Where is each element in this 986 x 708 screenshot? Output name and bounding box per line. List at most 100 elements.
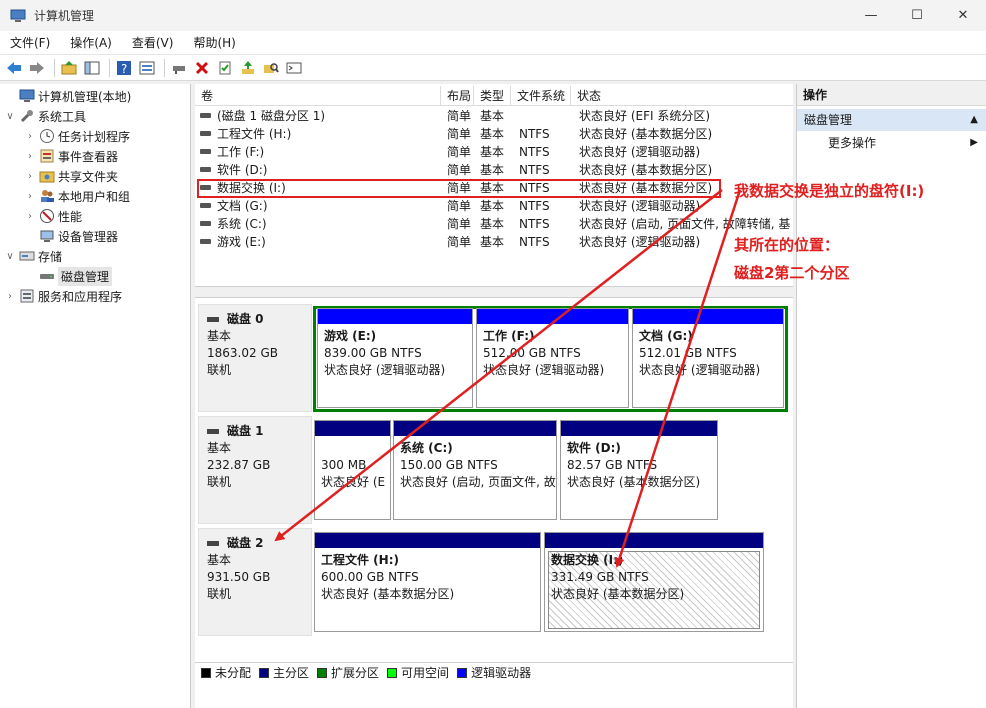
volume-name-cell: (磁盘 1 磁盘分区 1) <box>217 109 326 123</box>
tree-item-shared-folders[interactable]: › 共享文件夹 <box>24 166 118 186</box>
partition-size: 150.00 GB NTFS <box>400 458 498 472</box>
partition-size: 512.00 GB NTFS <box>483 346 581 360</box>
partition-status: 状态良好 (逻辑驱动器) <box>483 363 605 377</box>
search-folder-icon[interactable] <box>261 58 281 78</box>
partition-efi[interactable]: 300 MB 状态良好 (E <box>314 420 391 520</box>
filesystem-cell: NTFS <box>519 217 550 231</box>
tree-item-task-scheduler[interactable]: › 任务计划程序 <box>24 126 130 146</box>
layout-cell: 简单 <box>447 127 472 141</box>
partition-name: 软件 (D:) <box>567 441 621 455</box>
disk-map: 磁盘 0 基本 1863.02 GB 联机 游戏 (E:) 839.00 GB N… <box>195 298 793 664</box>
expand-chevron-icon[interactable]: › <box>24 191 36 202</box>
tree-item-local-users-groups[interactable]: › 本地用户和组 <box>24 186 130 206</box>
expand-chevron-icon[interactable]: › <box>24 211 36 222</box>
delete-icon[interactable] <box>192 58 212 78</box>
partition-i[interactable]: 数据交换 (I:) 331.49 GB NTFS 状态良好 (基本数据分区) <box>544 532 764 632</box>
layout-cell: 简单 <box>447 235 472 249</box>
actions-section-label: 磁盘管理 <box>804 113 853 127</box>
legend-extended: 扩展分区 <box>317 664 379 681</box>
partition-c[interactable]: 系统 (C:) 150.00 GB NTFS 状态良好 (启动, 页面文件, 故 <box>393 420 557 520</box>
tree-item-label: 设备管理器 <box>58 229 119 244</box>
column-header-status[interactable]: 状态 <box>571 86 793 106</box>
partition-h[interactable]: 工程文件 (H:) 600.00 GB NTFS 状态良好 (基本数据分区) <box>314 532 541 632</box>
menu-file[interactable]: 文件(F) <box>0 31 60 55</box>
partition-size: 300 MB <box>321 458 367 472</box>
minimize-button[interactable]: — <box>848 0 894 31</box>
partition-g[interactable]: 文档 (G:) 512.01 GB NTFS 状态良好 (逻辑驱动器) <box>632 308 784 408</box>
volume-row[interactable]: 软件 (D:) 简单 基本 NTFS 状态良好 (基本数据分区) <box>195 161 793 179</box>
horizontal-scrollbar[interactable] <box>195 684 793 708</box>
show-hide-tree-icon[interactable] <box>82 58 102 78</box>
event-viewer-icon <box>39 148 55 164</box>
tree-item-device-manager[interactable]: 设备管理器 <box>24 226 118 246</box>
partition-f[interactable]: 工作 (F:) 512.00 GB NTFS 状态良好 (逻辑驱动器) <box>476 308 629 408</box>
volume-row[interactable]: 系统 (C:) 简单 基本 NTFS 状态良好 (启动, 页面文件, 故障转储, 基 <box>195 215 793 233</box>
logical-drive-bar <box>633 309 783 324</box>
menu-view[interactable]: 查看(V) <box>122 31 184 55</box>
layout-cell: 简单 <box>447 199 472 213</box>
console-icon[interactable] <box>284 58 304 78</box>
actions-section-disk-management[interactable]: 磁盘管理 ▲ <box>797 109 986 131</box>
collapse-chevron-icon[interactable]: ∨ <box>4 111 16 122</box>
maximize-button[interactable]: ☐ <box>894 0 940 31</box>
expand-chevron-icon[interactable]: › <box>4 291 16 302</box>
back-arrow-icon[interactable] <box>4 58 24 78</box>
disk-2-label[interactable]: 磁盘 2 基本 931.50 GB 联机 <box>198 528 312 636</box>
close-button[interactable]: ✕ <box>940 0 986 31</box>
volume-row[interactable]: 工程文件 (H:) 简单 基本 NTFS 状态良好 (基本数据分区) <box>195 125 793 143</box>
help-icon[interactable]: ? <box>114 58 134 78</box>
tree-item-performance[interactable]: › 性能 <box>24 206 82 226</box>
column-header-volume[interactable]: 卷 <box>195 86 441 106</box>
tree-item-disk-management[interactable]: 磁盘管理 <box>24 266 113 286</box>
disk-1-label[interactable]: 磁盘 1 基本 232.87 GB 联机 <box>198 416 312 524</box>
more-actions-label: 更多操作 <box>828 136 877 150</box>
menu-help[interactable]: 帮助(H) <box>183 31 245 55</box>
column-header-type[interactable]: 类型 <box>474 86 511 106</box>
volume-row[interactable]: (磁盘 1 磁盘分区 1) 简单 基本 状态良好 (EFI 系统分区) <box>195 107 793 125</box>
tree-item-label: 本地用户和组 <box>58 189 131 204</box>
more-actions-item[interactable]: 更多操作 ▶ <box>797 131 986 155</box>
partition-name: 游戏 (E:) <box>324 329 377 343</box>
tree-item-computer-management[interactable]: 计算机管理(本地) <box>4 86 131 106</box>
collapse-triangle-icon[interactable]: ▲ <box>970 109 978 131</box>
volume-row[interactable]: 文档 (G:) 简单 基本 NTFS 状态良好 (逻辑驱动器) <box>195 197 793 215</box>
filesystem-cell: NTFS <box>519 127 550 141</box>
tree-item-system-tools[interactable]: ∨ 系统工具 <box>4 106 86 126</box>
type-cell: 基本 <box>480 235 505 249</box>
logical-drive-bar <box>318 309 472 324</box>
volume-row[interactable]: 工作 (F:) 简单 基本 NTFS 状态良好 (逻辑驱动器) <box>195 143 793 161</box>
partition-status: 状态良好 (逻辑驱动器) <box>639 363 761 377</box>
tree-item-event-viewer[interactable]: › 事件查看器 <box>24 146 118 166</box>
annotation-line-3: 磁盘2第二个分区 <box>734 264 850 282</box>
checklist-icon[interactable] <box>215 58 235 78</box>
volume-disk-icon <box>200 203 211 208</box>
partition-name: 系统 (C:) <box>400 441 453 455</box>
import-icon[interactable] <box>238 58 258 78</box>
tree-item-services-applications[interactable]: › 服务和应用程序 <box>4 286 122 306</box>
properties-icon[interactable] <box>137 58 157 78</box>
volume-disk-icon <box>200 239 211 244</box>
menu-action[interactable]: 操作(A) <box>60 31 122 55</box>
tree-item-storage[interactable]: ∨ 存储 <box>4 246 62 266</box>
svg-text:?: ? <box>121 62 127 76</box>
connect-disk-icon[interactable] <box>169 58 189 78</box>
filesystem-cell: NTFS <box>519 163 550 177</box>
pane-splitter[interactable] <box>195 286 793 298</box>
users-icon <box>39 188 55 204</box>
up-folder-icon[interactable] <box>59 58 79 78</box>
volume-row[interactable]: 游戏 (E:) 简单 基本 NTFS 状态良好 (逻辑驱动器) <box>195 233 793 251</box>
partition-e[interactable]: 游戏 (E:) 839.00 GB NTFS 状态良好 (逻辑驱动器) <box>317 308 473 408</box>
type-cell: 基本 <box>480 199 505 213</box>
expand-chevron-icon[interactable]: › <box>24 171 36 182</box>
disk-management-pane: 卷 布局 类型 文件系统 状态 (磁盘 1 磁盘分区 1) 简单 基本 状态良好 (E… <box>195 84 793 708</box>
column-header-filesystem[interactable]: 文件系统 <box>511 86 571 106</box>
column-header-layout[interactable]: 布局 <box>441 86 474 106</box>
collapse-chevron-icon[interactable]: ∨ <box>4 251 16 262</box>
forward-arrow-icon[interactable] <box>27 58 47 78</box>
disk-0-label[interactable]: 磁盘 0 基本 1863.02 GB 联机 <box>198 304 312 412</box>
disk-icon <box>207 429 219 434</box>
expand-chevron-icon[interactable]: › <box>24 151 36 162</box>
tree-item-label: 事件查看器 <box>58 149 119 164</box>
expand-chevron-icon[interactable]: › <box>24 131 36 142</box>
partition-d[interactable]: 软件 (D:) 82.57 GB NTFS 状态良好 (基本数据分区) <box>560 420 718 520</box>
